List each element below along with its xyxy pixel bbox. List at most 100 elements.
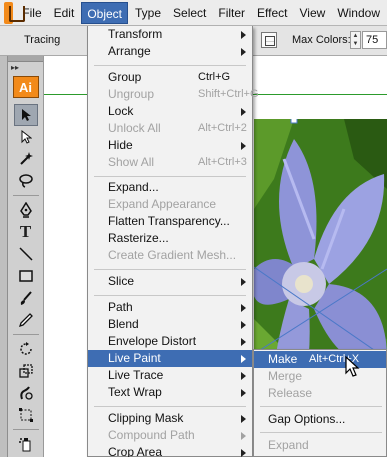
submenu-arrow-icon: [241, 338, 246, 346]
menu-item-live-paint[interactable]: Live Paint: [88, 350, 252, 367]
menu-item-expand-appearance[interactable]: Expand Appearance: [88, 196, 252, 213]
direct-selection-tool-icon[interactable]: [14, 126, 38, 148]
menu-item-label: Live Paint: [108, 351, 161, 365]
menu-item-shortcut: Shift+Ctrl+G: [198, 88, 259, 100]
menu-item-label: Path: [108, 300, 133, 314]
menu-item-ungroup[interactable]: Ungroup Shift+Ctrl+G: [88, 86, 259, 103]
menu-type[interactable]: Type: [130, 2, 166, 24]
menu-item-lock[interactable]: Lock: [88, 103, 252, 120]
menu-filter[interactable]: Filter: [213, 2, 250, 24]
tracing-options-icon[interactable]: [261, 32, 277, 48]
menu-separator: [94, 269, 246, 270]
submenu-arrow-icon: [241, 321, 246, 329]
menu-item-rasterize[interactable]: Rasterize...: [88, 230, 252, 247]
ai-logo: Ai: [12, 76, 39, 98]
submenu-arrow-icon: [241, 108, 246, 116]
submenu-item-release[interactable]: Release: [254, 385, 386, 402]
menu-item-text-wrap[interactable]: Text Wrap: [88, 384, 252, 401]
menu-item-path[interactable]: Path: [88, 299, 252, 316]
menu-item-label: Unlock All: [108, 121, 161, 135]
menu-item-label: Clipping Mask: [108, 411, 184, 425]
submenu-arrow-icon: [241, 389, 246, 397]
submenu-item-merge[interactable]: Merge: [254, 368, 386, 385]
menu-edit[interactable]: Edit: [49, 2, 80, 24]
type-tool-glyph: T: [19, 222, 32, 241]
menu-item-hide[interactable]: Hide: [88, 137, 252, 154]
type-tool-icon[interactable]: T: [14, 221, 38, 243]
submenu-item-make[interactable]: Make Alt+Ctrl+X: [254, 351, 386, 368]
menu-item-expand[interactable]: Expand...: [88, 179, 252, 196]
menu-item-blend[interactable]: Blend: [88, 316, 252, 333]
submenu-arrow-icon: [241, 142, 246, 150]
menu-item-show-all[interactable]: Show All Alt+Ctrl+3: [88, 154, 252, 171]
menu-item-envelope-distort[interactable]: Envelope Distort: [88, 333, 252, 350]
submenu-arrow-icon: [241, 278, 246, 286]
menu-item-flatten-transparency[interactable]: Flatten Transparency...: [88, 213, 252, 230]
menu-item-group[interactable]: Group Ctrl+G: [88, 69, 252, 86]
collapse-panel-icon[interactable]: ▸▸: [8, 62, 43, 74]
menu-item-label: Compound Path: [108, 428, 195, 442]
menu-item-shortcut: Ctrl+G: [198, 71, 231, 83]
menu-item-label: Arrange: [108, 44, 151, 58]
menu-item-label: Merge: [268, 369, 303, 383]
menu-select[interactable]: Select: [168, 2, 211, 24]
submenu-item-gap-options[interactable]: Gap Options...: [254, 411, 386, 428]
line-segment-tool-icon[interactable]: [14, 243, 38, 265]
menu-window[interactable]: Window: [332, 2, 385, 24]
submenu-arrow-icon: [241, 31, 246, 39]
scale-tool-icon[interactable]: [14, 360, 38, 382]
menu-view[interactable]: View: [295, 2, 331, 24]
menu-item-label: Show All: [108, 155, 155, 169]
panel-gutter: [0, 56, 8, 457]
menu-item-unlock-all[interactable]: Unlock All Alt+Ctrl+2: [88, 120, 252, 137]
selection-tool-icon[interactable]: [13, 104, 38, 126]
lasso-tool-icon[interactable]: [14, 170, 38, 192]
submenu-arrow-icon: [241, 415, 246, 423]
tracing-label: Tracing: [24, 34, 61, 46]
menu-separator: [94, 406, 246, 407]
app-icon[interactable]: [4, 1, 26, 24]
rotate-tool-icon[interactable]: [14, 338, 38, 360]
menu-item-label: Slice: [108, 274, 135, 288]
menu-item-transform[interactable]: Transform: [88, 26, 252, 43]
rectangle-tool-icon[interactable]: [14, 265, 38, 287]
menu-separator: [94, 65, 246, 66]
warp-tool-icon[interactable]: [14, 382, 38, 404]
menu-item-arrange[interactable]: Arrange: [88, 43, 252, 60]
menu-item-label: Crop Area: [108, 445, 163, 457]
menu-object[interactable]: Object: [81, 1, 128, 24]
pen-tool-icon[interactable]: [14, 199, 38, 221]
menu-separator: [260, 406, 382, 407]
menu-item-compound-path[interactable]: Compound Path: [88, 427, 252, 444]
menu-item-crop-area[interactable]: Crop Area: [88, 444, 252, 457]
submenu-arrow-icon: [241, 48, 246, 56]
menu-item-label: Flatten Transparency...: [108, 214, 230, 228]
menu-item-label: Group: [108, 70, 142, 84]
free-transform-tool-icon[interactable]: [14, 404, 38, 426]
menu-effect[interactable]: Effect: [252, 2, 292, 24]
tool-divider: [12, 195, 39, 196]
tool-divider: [12, 429, 39, 430]
submenu-arrow-icon: [241, 372, 246, 380]
max-colors-input[interactable]: 75: [362, 31, 387, 49]
menu-item-label: Expand Appearance: [108, 197, 217, 211]
menu-item-live-trace[interactable]: Live Trace: [88, 367, 252, 384]
menu-item-shortcut: Alt+Ctrl+2: [198, 122, 247, 134]
submenu-item-expand[interactable]: Expand: [254, 437, 386, 454]
menu-item-label: Lock: [108, 104, 134, 118]
symbol-sprayer-tool-icon[interactable]: [14, 433, 38, 455]
pencil-tool-icon[interactable]: [14, 309, 38, 331]
submenu-arrow-icon: [241, 432, 246, 440]
menu-separator: [94, 176, 246, 177]
menu-item-label: Expand...: [108, 180, 159, 194]
magic-wand-tool-icon[interactable]: [14, 148, 38, 170]
menu-item-slice[interactable]: Slice: [88, 273, 252, 290]
menu-item-label: Gap Options...: [268, 412, 346, 426]
menu-item-create-gradient-mesh[interactable]: Create Gradient Mesh...: [88, 247, 252, 264]
menu-item-label: Make: [268, 352, 298, 366]
menu-separator: [94, 295, 246, 296]
max-colors-stepper[interactable]: ▲ ▼: [350, 31, 361, 49]
paintbrush-tool-icon[interactable]: [14, 287, 38, 309]
menu-item-clipping-mask[interactable]: Clipping Mask: [88, 410, 252, 427]
submenu-arrow-icon: [241, 449, 246, 457]
